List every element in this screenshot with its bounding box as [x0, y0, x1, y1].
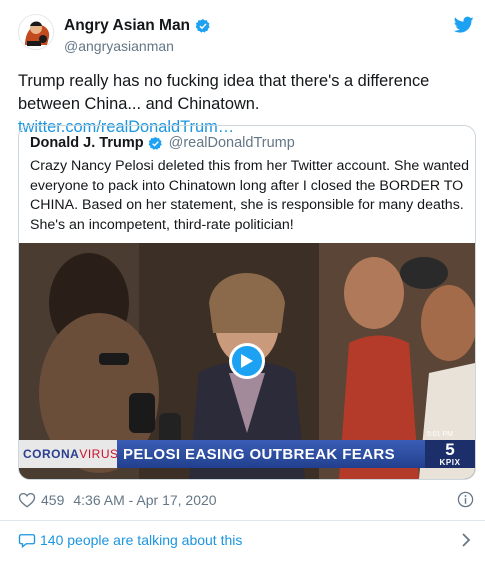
banner-tag-part2: VIRUS — [79, 447, 119, 461]
banner-headline: PELOSI EASING OUTBREAK FEARS — [117, 440, 425, 468]
author-display-name[interactable]: Angry Asian Man — [64, 17, 190, 35]
station-number: 5 — [445, 440, 455, 459]
talking-text[interactable]: 140 people are talking about this — [40, 532, 242, 548]
talking-about-link[interactable]: 140 people are talking about this — [18, 530, 476, 550]
station-call: KPIX — [439, 458, 461, 467]
chevron-right-icon[interactable] — [460, 532, 472, 548]
play-icon — [241, 354, 253, 368]
station-logo: 5 KPIX — [425, 440, 475, 468]
video-player[interactable]: 5:01 PM CORONA VIRUS PELOSI EASING OUTBRE… — [19, 243, 475, 479]
banner-tag: CORONA VIRUS — [19, 440, 119, 468]
verified-badge-icon — [148, 136, 162, 150]
speech-bubble-icon — [18, 534, 36, 549]
info-icon[interactable] — [457, 491, 474, 508]
like-count[interactable]: 459 — [41, 492, 64, 508]
verified-badge-icon — [195, 19, 210, 33]
quoted-tweet-text: Crazy Nancy Pelosi deleted this from her… — [30, 158, 469, 233]
tweet-meta: 459 4:36 AM - Apr 17, 2020 — [18, 490, 476, 510]
banner-tag-part1: CORONA — [23, 447, 80, 461]
play-button[interactable] — [229, 343, 265, 379]
tweet-body: Trump really has no fucking idea that th… — [18, 72, 430, 113]
divider — [0, 520, 485, 521]
news-banner: CORONA VIRUS PELOSI EASING OUTBREAK FEARS… — [19, 440, 475, 468]
heart-icon[interactable] — [18, 491, 36, 509]
tweet-header: Angry Asian Man @angryasianman — [18, 14, 478, 60]
author-handle[interactable]: @angryasianman — [64, 38, 174, 54]
quoted-author-handle[interactable]: @realDonaldTrump — [169, 135, 295, 151]
quoted-tweet[interactable]: Donald J. Trump @realDonaldTrump Crazy N… — [18, 125, 476, 480]
tweet-timestamp[interactable]: 4:36 AM - Apr 17, 2020 — [73, 492, 216, 508]
video-clock: 5:01 PM — [426, 431, 453, 438]
twitter-bird-icon[interactable] — [454, 16, 474, 34]
author-name-row[interactable]: Angry Asian Man — [64, 17, 211, 35]
tweet-card: Angry Asian Man @angryasianman Trump rea… — [0, 0, 485, 561]
quoted-tweet-header: Donald J. Trump @realDonaldTrump — [30, 135, 295, 151]
avatar[interactable] — [18, 14, 54, 50]
quoted-author-name[interactable]: Donald J. Trump — [30, 135, 144, 151]
